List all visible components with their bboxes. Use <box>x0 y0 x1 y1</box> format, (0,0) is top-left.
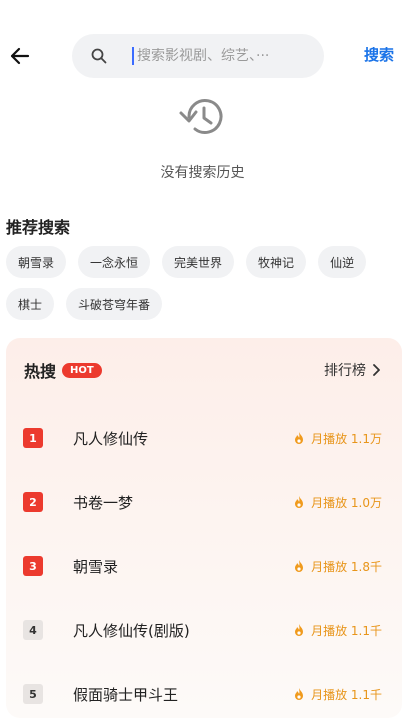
back-arrow-icon <box>10 47 30 65</box>
hot-item-title: 假面骑士甲斗王 <box>73 685 179 704</box>
back-button[interactable] <box>6 42 34 70</box>
search-icon <box>90 47 108 65</box>
hot-item[interactable]: 5 假面骑士甲斗王 月播放 1.1千 <box>6 662 402 720</box>
flame-icon <box>295 560 304 572</box>
hot-badge: HOT <box>62 362 102 378</box>
hot-item[interactable]: 1 凡人修仙传 月播放 1.1万 <box>6 406 402 470</box>
recommend-tag[interactable]: 朝雪录 <box>6 246 67 278</box>
text-cursor <box>132 47 134 65</box>
rank-number: 2 <box>23 492 43 512</box>
play-count-text: 月播放 1.8千 <box>311 559 382 574</box>
rank-number: 4 <box>23 620 43 640</box>
play-count-text: 月播放 1.1千 <box>311 687 382 702</box>
search-button[interactable]: 搜索 <box>364 44 394 65</box>
hot-item-title: 凡人修仙传(剧版) <box>73 621 190 640</box>
hot-search-header: 热搜 HOT <box>24 358 102 382</box>
flame-icon <box>295 432 304 444</box>
rank-number: 5 <box>23 684 43 704</box>
flame-icon <box>295 496 304 508</box>
play-count-text: 月播放 1.1千 <box>311 623 382 638</box>
recommend-tag[interactable]: 仙逆 <box>318 246 367 278</box>
search-history-empty: 没有搜索历史 <box>0 92 405 182</box>
hot-search-card: 热搜 HOT 排行榜 1 凡人修仙传 月播放 1.1万 2 书卷一梦 月播放 1… <box>6 338 402 718</box>
hot-search-title: 热搜 <box>24 362 57 381</box>
play-count-text: 月播放 1.1万 <box>311 431 382 446</box>
hot-item[interactable]: 4 凡人修仙传(剧版) 月播放 1.1千 <box>6 598 402 662</box>
hot-search-list: 1 凡人修仙传 月播放 1.1万 2 书卷一梦 月播放 1.0万 3 朝雪录 月… <box>6 406 402 720</box>
recommend-tag[interactable]: 完美世界 <box>162 246 235 278</box>
hot-item[interactable]: 2 书卷一梦 月播放 1.0万 <box>6 470 402 534</box>
hot-item[interactable]: 3 朝雪录 月播放 1.8千 <box>6 534 402 598</box>
play-count: 月播放 1.1万 <box>293 430 382 447</box>
search-header: 搜索 <box>0 32 405 80</box>
recommend-tags: 朝雪录 一念永恒 完美世界 牧神记 仙逆 棋士 斗破苍穹年番 <box>6 246 401 320</box>
recommend-tag[interactable]: 斗破苍穹年番 <box>66 288 163 320</box>
recommend-tag[interactable]: 一念永恒 <box>78 246 151 278</box>
rank-number: 3 <box>23 556 43 576</box>
recommend-title: 推荐搜索 <box>6 218 71 237</box>
history-icon <box>179 99 222 134</box>
search-input[interactable] <box>137 48 307 64</box>
play-count: 月播放 1.1千 <box>293 622 382 639</box>
ranking-link[interactable]: 排行榜 <box>324 360 380 380</box>
play-count: 月播放 1.8千 <box>293 558 382 575</box>
recommend-tag[interactable]: 棋士 <box>6 288 55 320</box>
ranking-link-label: 排行榜 <box>324 363 366 379</box>
flame-icon <box>295 688 304 700</box>
hot-item-title: 朝雪录 <box>73 557 119 576</box>
play-count-text: 月播放 1.0万 <box>311 495 382 510</box>
recommend-tag[interactable]: 牧神记 <box>246 246 307 278</box>
chevron-right-icon <box>373 364 380 376</box>
hot-item-title: 凡人修仙传 <box>73 429 149 448</box>
empty-history-text: 没有搜索历史 <box>160 165 245 181</box>
rank-number: 1 <box>23 428 43 448</box>
search-bar[interactable] <box>72 34 324 78</box>
play-count: 月播放 1.0万 <box>293 494 382 511</box>
flame-icon <box>295 624 304 636</box>
play-count: 月播放 1.1千 <box>293 686 382 703</box>
hot-item-title: 书卷一梦 <box>73 493 134 512</box>
